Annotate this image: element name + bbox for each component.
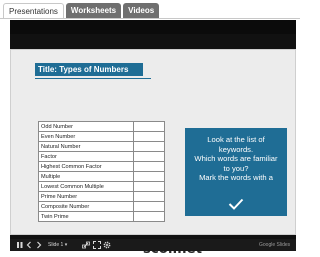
keyword-cell: Odd Number (38, 121, 134, 132)
keyword-cell: Prime Number (38, 191, 134, 202)
keyword-cell: Lowest Common Multiple (38, 181, 134, 192)
slide[interactable]: Title: Types of Numbers Odd Number Even N… (10, 49, 296, 257)
mark-cell (133, 141, 165, 152)
keyword-cell: Highest Common Factor (38, 161, 134, 172)
mark-cell (133, 151, 165, 162)
instruction-line: Look at the list of (207, 135, 265, 144)
instruction-line: to you? (223, 163, 249, 173)
mark-cell (133, 211, 165, 222)
keyword-cell: Multiple (38, 171, 134, 182)
instruction-line: keywords. (218, 144, 254, 154)
tab-divider (0, 18, 300, 19)
keyword-row: Lowest Common Multiple (38, 181, 165, 192)
instruction-line: Which words are familiar (194, 154, 278, 163)
mark-cell (133, 171, 165, 182)
tab-worksheets[interactable]: Worksheets (65, 3, 122, 19)
keyword-cell: Natural Number (38, 141, 134, 152)
keyword-row: Prime Number (38, 191, 165, 202)
mark-cell (133, 191, 165, 202)
previous-slide-icon[interactable] (26, 241, 32, 249)
mark-cell (133, 181, 165, 192)
keywords-table: Odd Number Even Number Natural Number Facto… (38, 121, 165, 222)
keyword-row: Composite Number (38, 201, 165, 212)
instruction-box: Look at the list of keywords. Which word… (185, 128, 287, 216)
keyword-cell: Factor (38, 151, 134, 162)
slide-selector[interactable]: Slide 1 ▾ (48, 241, 67, 249)
slides-player[interactable]: Title: Types of Numbers Odd Number Even N… (10, 20, 296, 257)
keyword-row: Highest Common Factor (38, 161, 165, 172)
google-slides-label: Google Slides (259, 242, 291, 248)
mark-cell (133, 131, 165, 142)
keyword-cell: Composite Number (38, 201, 134, 212)
mark-cell (133, 121, 165, 132)
checkmark-icon (228, 198, 244, 210)
keyword-row: Twin Prime (38, 211, 165, 222)
keyword-row: Even Number (38, 131, 165, 142)
keyword-cell: Even Number (38, 131, 134, 142)
tab-bar: Presentations Worksheets Videos (3, 3, 161, 19)
slide-indicator: Slide 1 (48, 242, 64, 248)
keyword-row: Factor (38, 151, 165, 162)
keyword-row: Natural Number (38, 141, 165, 152)
link-icon[interactable] (82, 241, 90, 249)
settings-gear-icon[interactable] (103, 241, 111, 249)
keyword-cell: Twin Prime (38, 211, 134, 222)
mark-cell (133, 201, 165, 212)
instruction-line: Mark the words with a (199, 173, 273, 182)
keyword-row: Odd Number (38, 121, 165, 132)
tab-presentations[interactable]: Presentations (3, 3, 64, 19)
mark-cell (133, 161, 165, 172)
title-underline (35, 78, 151, 79)
tab-videos[interactable]: Videos (123, 3, 160, 19)
player-controls: Slide 1 ▾ Google Slides (10, 239, 296, 251)
pause-icon[interactable] (17, 241, 23, 249)
player-top-bar (10, 20, 296, 34)
keyword-row: Multiple (38, 171, 165, 182)
chevron-down-icon: ▾ (64, 242, 68, 248)
slide-title: Title: Types of Numbers (35, 63, 143, 76)
fullscreen-icon[interactable] (93, 241, 101, 249)
next-slide-icon[interactable] (36, 241, 42, 249)
